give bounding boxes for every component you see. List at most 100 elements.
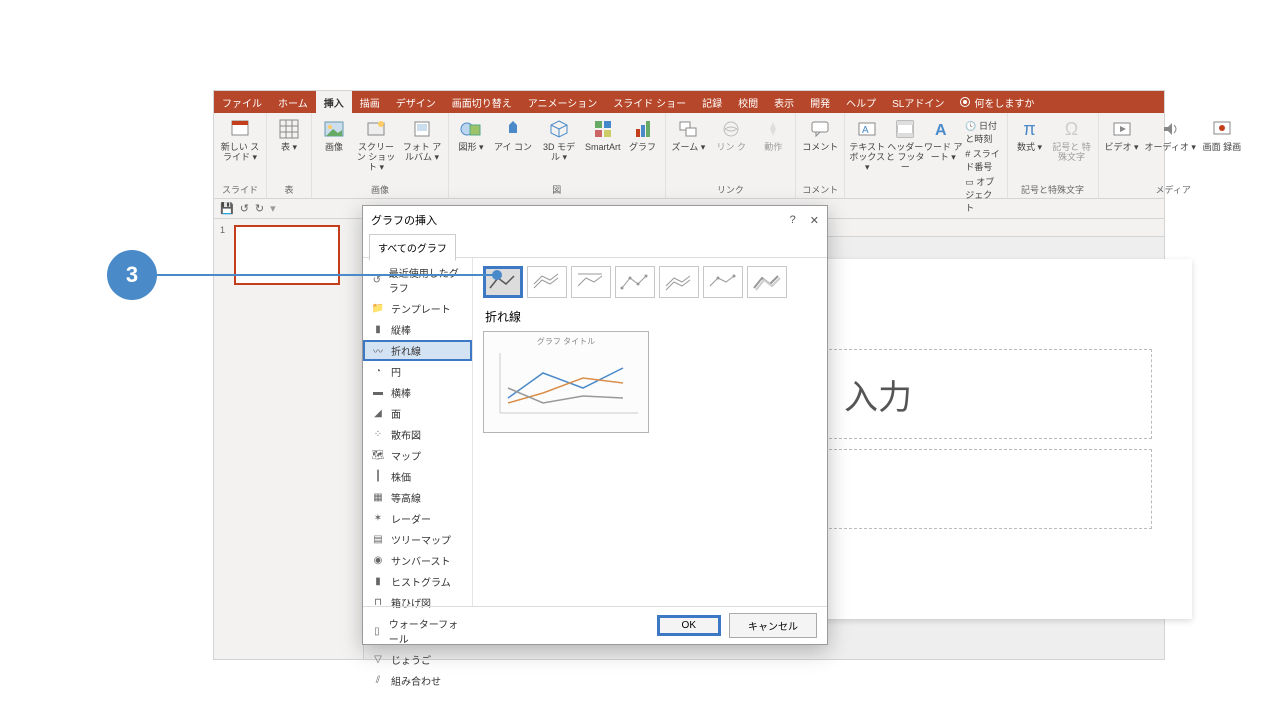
area-icon: ◢ xyxy=(371,408,385,420)
insert-chart-dialog: グラフの挿入 ? ✕ すべてのグラフ ↺最近使用したグラフ 📁テンプレート ▮縦… xyxy=(362,205,828,645)
subtype-3dline[interactable] xyxy=(747,266,787,298)
chart-button[interactable]: グラフ xyxy=(627,117,659,153)
screenrec-button[interactable]: 画面 録画 xyxy=(1202,117,1242,153)
histogram-icon: ▮ xyxy=(371,576,385,588)
images-button[interactable]: 画像 xyxy=(318,117,350,153)
map-icon: 🗺 xyxy=(371,450,385,462)
group-illustrations: 図形 ▾ アイ コン 3D モデル ▾ SmartArt グラフ 図 xyxy=(449,113,666,198)
thumb-number: 1 xyxy=(220,225,225,235)
headerfooter-button[interactable]: ヘッダーと フッター xyxy=(889,117,921,173)
textbox-button[interactable]: Aテキスト ボックス ▾ xyxy=(851,117,883,173)
cat-column[interactable]: ▮縦棒 xyxy=(363,319,472,340)
preview-title: グラフ タイトル xyxy=(484,336,648,347)
radar-icon: ✶ xyxy=(371,513,385,525)
tab-view[interactable]: 表示 xyxy=(766,91,802,113)
ok-button[interactable]: OK xyxy=(657,615,721,636)
cat-template[interactable]: 📁テンプレート xyxy=(363,298,472,319)
help-icon[interactable]: ? xyxy=(790,214,796,227)
cat-radar[interactable]: ✶レーダー xyxy=(363,508,472,529)
save-icon[interactable]: 💾 xyxy=(220,202,234,215)
group-table: 表 ▾ 表 xyxy=(267,113,312,198)
cancel-button[interactable]: キャンセル xyxy=(729,613,817,638)
chart-subtype-panel: 折れ線 グラフ タイトル xyxy=(473,258,827,606)
tab-design[interactable]: デザイン xyxy=(388,91,444,113)
cat-pie[interactable]: ◔円 xyxy=(363,361,472,382)
funnel-icon: ▽ xyxy=(371,654,385,666)
group-label: リンク xyxy=(717,183,744,196)
tab-review[interactable]: 校閲 xyxy=(730,91,766,113)
action-button[interactable]: 動作 xyxy=(757,117,789,153)
tab-file[interactable]: ファイル xyxy=(214,91,270,113)
cat-histogram[interactable]: ▮ヒストグラム xyxy=(363,571,472,592)
thumbnails-pane[interactable]: 1 xyxy=(214,219,364,659)
smartart-button[interactable]: SmartArt xyxy=(585,117,621,153)
treemap-icon: ▤ xyxy=(371,534,385,546)
tab-slideshow[interactable]: スライド ショー xyxy=(605,91,694,113)
sunburst-icon: ◉ xyxy=(371,555,385,567)
object-button[interactable]: ▭ オブジェクト xyxy=(965,175,1000,214)
annotation-leader xyxy=(157,274,497,276)
chart-category-list: ↺最近使用したグラフ 📁テンプレート ▮縦棒 〰折れ線 ◔円 ▬横棒 ◢面 ⁘散… xyxy=(363,258,473,606)
undo-icon[interactable]: ↺ xyxy=(240,202,249,215)
cat-scatter[interactable]: ⁘散布図 xyxy=(363,424,472,445)
tab-draw[interactable]: 描画 xyxy=(352,91,388,113)
new-slide-button[interactable]: 新しい スライド ▾ xyxy=(220,117,260,163)
tab-dev[interactable]: 開発 xyxy=(802,91,838,113)
close-icon[interactable]: ✕ xyxy=(810,214,819,227)
datetime-button[interactable]: 🕓 日付と時刻 xyxy=(965,119,1000,145)
link-button[interactable]: リン ク xyxy=(711,117,751,153)
slide-thumbnail[interactable] xyxy=(234,225,340,285)
subtype-stacked-markers[interactable] xyxy=(659,266,699,298)
subtype-100stacked-line[interactable] xyxy=(571,266,611,298)
group-label: 記号と特殊文字 xyxy=(1021,183,1084,196)
lightbulb-icon xyxy=(960,97,970,107)
tab-transition[interactable]: 画面切り替え xyxy=(444,91,520,113)
cat-sunburst[interactable]: ◉サンバースト xyxy=(363,550,472,571)
cat-bar[interactable]: ▬横棒 xyxy=(363,382,472,403)
video-button[interactable]: ビデオ ▾ xyxy=(1105,117,1139,153)
stock-icon: ┃ xyxy=(371,471,385,483)
audio-button[interactable]: オーディオ ▾ xyxy=(1145,117,1196,153)
subtype-line-markers[interactable] xyxy=(615,266,655,298)
cat-funnel[interactable]: ▽じょうご xyxy=(363,649,472,670)
cat-area[interactable]: ◢面 xyxy=(363,403,472,424)
equation-button[interactable]: π数式 ▾ xyxy=(1014,117,1046,153)
symbol-button[interactable]: Ω記号と 特殊文字 xyxy=(1052,117,1092,163)
tab-animation[interactable]: アニメーション xyxy=(520,91,606,113)
chart-preview[interactable]: グラフ タイトル xyxy=(483,331,649,433)
cat-surface[interactable]: ▦等高線 xyxy=(363,487,472,508)
slidenum-button[interactable]: # スライド番号 xyxy=(965,147,1000,173)
subtype-strip xyxy=(483,266,817,298)
tab-home[interactable]: ホーム xyxy=(270,91,316,113)
shapes-button[interactable]: 図形 ▾ xyxy=(455,117,487,153)
tab-record[interactable]: 記録 xyxy=(694,91,730,113)
tab-sladdin[interactable]: SLアドイン xyxy=(884,91,952,113)
tab-allcharts[interactable]: すべてのグラフ xyxy=(369,234,456,261)
tab-help[interactable]: ヘルプ xyxy=(838,91,884,113)
cat-recent[interactable]: ↺最近使用したグラフ xyxy=(363,262,472,298)
comment-button[interactable]: コメント xyxy=(802,117,838,153)
qat-more-icon[interactable]: ▾ xyxy=(270,202,276,215)
cat-line[interactable]: 〰折れ線 xyxy=(363,340,472,361)
combo-icon: ⫽ xyxy=(371,675,385,687)
subtype-100stacked-markers[interactable] xyxy=(703,266,743,298)
3dmodel-button[interactable]: 3D モデル ▾ xyxy=(539,117,579,163)
redo-icon[interactable]: ↻ xyxy=(255,202,264,215)
zoom-button[interactable]: ズーム ▾ xyxy=(672,117,706,153)
icons-button[interactable]: アイ コン xyxy=(493,117,533,153)
photoalbum-button[interactable]: フォト アルバム ▾ xyxy=(402,117,442,163)
group-label: メディア xyxy=(1156,183,1191,196)
cat-stock[interactable]: ┃株価 xyxy=(363,466,472,487)
cat-treemap[interactable]: ▤ツリーマップ xyxy=(363,529,472,550)
group-images: 画像 スクリーン ショット ▾ フォト アルバム ▾ 画像 xyxy=(312,113,449,198)
tellme[interactable]: 何をしますか xyxy=(960,91,1034,113)
cat-map[interactable]: 🗺マップ xyxy=(363,445,472,466)
dialog-titlebar[interactable]: グラフの挿入 ? ✕ xyxy=(363,206,827,234)
subtype-line[interactable] xyxy=(483,266,523,298)
wordart-button[interactable]: Aワード アート ▾ xyxy=(927,117,959,163)
screenshot-button[interactable]: スクリーン ショット ▾ xyxy=(356,117,396,173)
subtype-stacked-line[interactable] xyxy=(527,266,567,298)
tab-insert[interactable]: 挿入 xyxy=(316,91,352,113)
table-button[interactable]: 表 ▾ xyxy=(273,117,305,153)
cat-combo[interactable]: ⫽組み合わせ xyxy=(363,670,472,691)
